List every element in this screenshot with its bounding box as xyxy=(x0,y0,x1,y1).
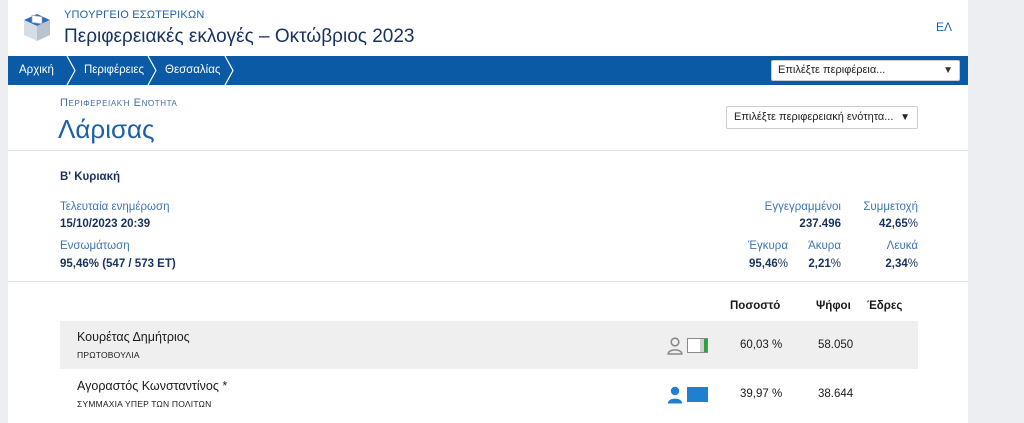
integration-value: 95,46% (547 / 573 ΕΤ) xyxy=(60,258,176,270)
valid-value: 95,46% xyxy=(748,258,788,270)
table-row[interactable]: Αγοραστός Κωνσταντίνος * ΣΥΜΜΑΧΙΑ ΥΠΕΡ Τ… xyxy=(60,370,918,418)
votes-cell: 58.050 xyxy=(818,339,854,351)
person-filled-icon[interactable] xyxy=(667,386,683,404)
registered-value: 237.496 xyxy=(799,218,841,230)
party-flag-icon xyxy=(687,338,708,353)
person-outline-icon[interactable] xyxy=(667,337,683,355)
last-update-value: 15/10/2023 20:39 xyxy=(60,218,151,230)
votes-cell: 38.644 xyxy=(818,388,854,400)
breadcrumb-separator-icon xyxy=(66,56,76,85)
turnout-label: Συμμετοχή xyxy=(863,201,918,213)
page-container: ΥΠΟΥΡΓΕΙΟ ΕΣΩΤΕΡΙΚΩΝ Περιφερειακές εκλογ… xyxy=(8,0,968,423)
unit-name: Λάρισας xyxy=(58,114,155,144)
unit-select-value: Επιλέξτε περιφερειακή ενότητα... xyxy=(734,111,894,123)
party-flag-icon xyxy=(687,387,708,402)
chevron-down-icon: ▼ xyxy=(943,65,953,76)
party-name: ΠΡΩΤΟΒΟΥΛΙΑ xyxy=(77,350,140,360)
chevron-down-icon: ▼ xyxy=(900,112,910,123)
candidate-name: Αγοραστός Κωνσταντίνος * xyxy=(77,379,228,393)
page-title[interactable]: Περιφερειακές εκλογές – Οκτώβριος 2023 xyxy=(64,26,414,48)
turnout-value: 42,65% xyxy=(878,218,918,230)
party-name: ΣΥΜΜΑΧΙΑ ΥΠΕΡ ΤΩΝ ΠΟΛΙΤΩΝ xyxy=(77,399,212,409)
ballot-box-logo-icon[interactable] xyxy=(22,12,52,42)
integration-label: Ενσωμάτωση xyxy=(60,240,130,252)
site-header: ΥΠΟΥΡΓΕΙΟ ΕΣΩΤΕΡΙΚΩΝ Περιφερειακές εκλογ… xyxy=(8,0,968,56)
region-select-value: Επιλέξτε περιφέρεια... xyxy=(778,64,886,76)
last-update-label: Τελευταία ενημέρωση xyxy=(60,201,170,213)
breadcrumb-home[interactable]: Αρχική xyxy=(19,56,54,85)
breadcrumb-thessaly[interactable]: Θεσσαλίας xyxy=(165,56,220,85)
region-select[interactable]: Επιλέξτε περιφέρεια... ▼ xyxy=(771,60,960,81)
breadcrumb: Αρχική Περιφέρειες Θεσσαλίας Επιλέξτε πε… xyxy=(8,56,968,85)
blank-value: 2,34% xyxy=(885,258,918,270)
breadcrumb-separator-icon xyxy=(224,56,234,85)
percent-cell: 60,03 % xyxy=(740,339,783,351)
unit-type-label: Περιφερειακή Ενότητα xyxy=(60,97,178,109)
breadcrumb-regions[interactable]: Περιφέρειες xyxy=(84,56,144,85)
language-switcher[interactable]: ΕΛ xyxy=(936,20,952,34)
valid-label: Έγκυρα xyxy=(748,240,788,252)
header-seats: Έδρες xyxy=(867,300,903,312)
ministry-name: ΥΠΟΥΡΓΕΙΟ ΕΣΩΤΕΡΙΚΩΝ xyxy=(64,9,205,21)
invalid-label: Άκυρα xyxy=(808,240,841,252)
candidate-name: Κουρέτας Δημήτριος xyxy=(77,330,190,344)
breadcrumb-separator-icon xyxy=(147,56,157,85)
section-divider xyxy=(8,150,968,151)
page-gutter xyxy=(968,0,1024,423)
blank-label: Λευκά xyxy=(886,240,918,252)
round-label: Β' Κυριακή xyxy=(60,171,121,183)
header-percent: Ποσοστό xyxy=(730,300,781,312)
percent-cell: 39,97 % xyxy=(740,388,783,400)
unit-select[interactable]: Επιλέξτε περιφερειακή ενότητα... ▼ xyxy=(726,106,918,129)
header-votes: Ψήφοι xyxy=(816,300,851,312)
registered-label: Εγγεγραμμένοι xyxy=(764,201,841,213)
table-row[interactable]: Κουρέτας Δημήτριος ΠΡΩΤΟΒΟΥΛΙΑ 60,03 % 5… xyxy=(60,321,918,369)
invalid-value: 2,21% xyxy=(808,258,841,270)
section-divider xyxy=(8,281,968,282)
